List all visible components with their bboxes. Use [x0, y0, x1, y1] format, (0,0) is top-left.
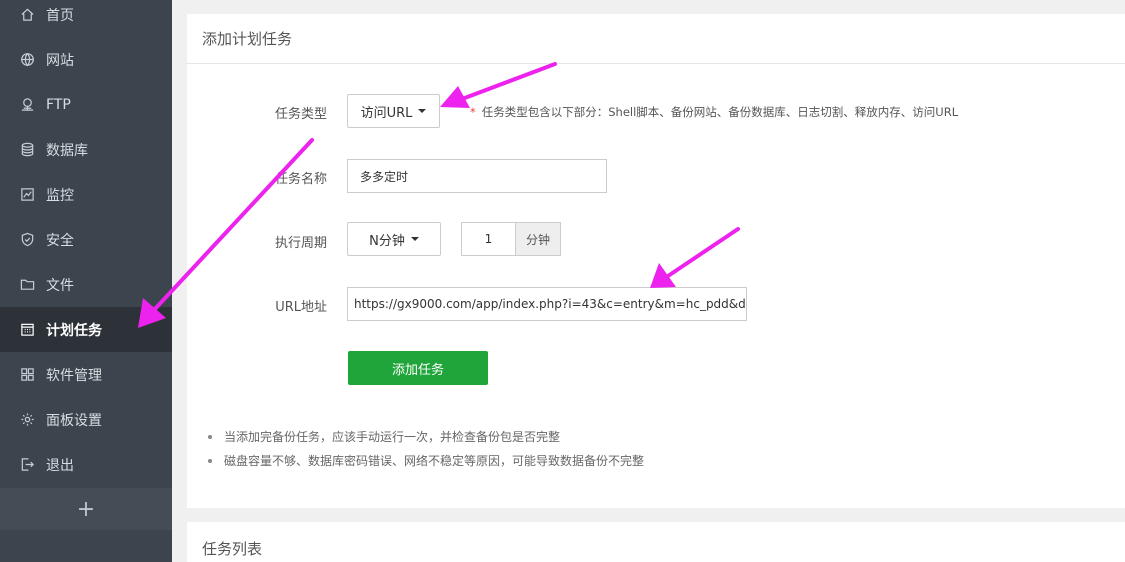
task-name-label: 任务名称: [274, 172, 327, 187]
sidebar-item-cron[interactable]: 计划任务: [0, 307, 172, 352]
period-label: 执行周期: [274, 236, 327, 251]
sidebar-item-label: FTP: [46, 96, 71, 113]
folder-icon: [19, 277, 35, 293]
sidebar-item-label: 退出: [46, 457, 74, 474]
sidebar-item-files[interactable]: 文件: [0, 262, 172, 307]
add-task-button[interactable]: 添加任务: [348, 351, 488, 385]
globe-icon: [19, 52, 35, 68]
logout-icon: [19, 457, 35, 473]
sidebar-item-ftp[interactable]: FTP: [0, 82, 172, 127]
list-item: 当添加完备份任务，应该手动运行一次，并检查备份包是否完整: [207, 429, 644, 453]
list-item: 磁盘容量不够、数据库密码错误、网络不稳定等原因，可能导致数据备份不完整: [207, 453, 644, 477]
shield-icon: [19, 232, 35, 248]
sidebar-item-database[interactable]: 数据库: [0, 127, 172, 172]
sidebar: 首页 网站 FTP 数据库 监控 安全 文件 计划任务 软件管理 面板设置 退出…: [0, 0, 172, 562]
task-type-label: 任务类型: [274, 107, 327, 122]
sidebar-item-label: 网站: [46, 52, 74, 69]
url-input[interactable]: https://gx9000.com/app/index.php?i=43&c=…: [347, 287, 747, 321]
ftp-icon: [19, 97, 35, 113]
period-type-select[interactable]: N分钟: [347, 222, 441, 256]
task-type-select[interactable]: 访问URL: [347, 94, 440, 128]
task-name-input[interactable]: 多多定时: [347, 159, 607, 193]
sidebar-item-logout[interactable]: 退出: [0, 442, 172, 487]
required-star: *: [470, 105, 476, 119]
sidebar-item-label: 首页: [46, 7, 74, 24]
panel-title: 添加计划任务: [187, 14, 1125, 64]
task-type-hint: * 任务类型包含以下部分：Shell脚本、备份网站、备份数据库、日志切割、释放内存…: [470, 104, 958, 120]
sidebar-item-software[interactable]: 软件管理: [0, 352, 172, 397]
calendar-icon: [19, 322, 35, 338]
sidebar-item-label: 安全: [46, 232, 74, 249]
database-icon: [19, 142, 35, 158]
chevron-down-icon: [410, 237, 419, 241]
panel-title: 任务列表: [202, 540, 263, 558]
sidebar-add-button[interactable]: +: [0, 488, 172, 530]
url-label: URL地址: [275, 300, 327, 315]
sidebar-item-settings[interactable]: 面板设置: [0, 397, 172, 442]
task-type-value: 访问URL: [360, 105, 413, 121]
monitor-icon: [19, 187, 35, 203]
gear-icon: [19, 412, 35, 428]
sidebar-item-security[interactable]: 安全: [0, 217, 172, 262]
sidebar-item-home[interactable]: 首页: [0, 0, 172, 37]
sidebar-item-monitor[interactable]: 监控: [0, 172, 172, 217]
period-value-input[interactable]: 1: [461, 222, 516, 256]
add-task-panel: 添加计划任务 任务类型 访问URL * 任务类型包含以下部分：Shell脚本、备份…: [187, 14, 1125, 508]
sidebar-item-label: 计划任务: [46, 322, 102, 339]
sidebar-item-label: 文件: [46, 277, 74, 294]
sidebar-item-label: 数据库: [46, 142, 88, 159]
period-unit: 分钟: [516, 222, 561, 256]
apps-icon: [19, 367, 35, 383]
notes-list: 当添加完备份任务，应该手动运行一次，并检查备份包是否完整 磁盘容量不够、数据库密…: [207, 429, 644, 477]
sidebar-item-label: 面板设置: [46, 412, 102, 429]
period-type-value: N分钟: [369, 233, 405, 249]
home-icon: [19, 7, 35, 23]
task-type-hint-text: 任务类型包含以下部分：Shell脚本、备份网站、备份数据库、日志切割、释放内存、…: [481, 105, 959, 119]
chevron-down-icon: [418, 109, 427, 113]
sidebar-item-label: 监控: [46, 187, 74, 204]
sidebar-item-label: 软件管理: [46, 367, 102, 384]
task-list-panel: 任务列表: [187, 522, 1125, 562]
sidebar-item-website[interactable]: 网站: [0, 37, 172, 82]
